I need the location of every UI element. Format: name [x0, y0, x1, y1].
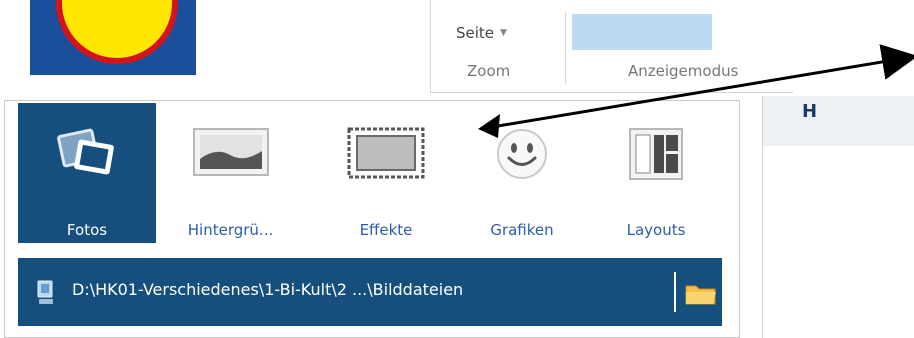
annotation-arrow [478, 44, 914, 138]
